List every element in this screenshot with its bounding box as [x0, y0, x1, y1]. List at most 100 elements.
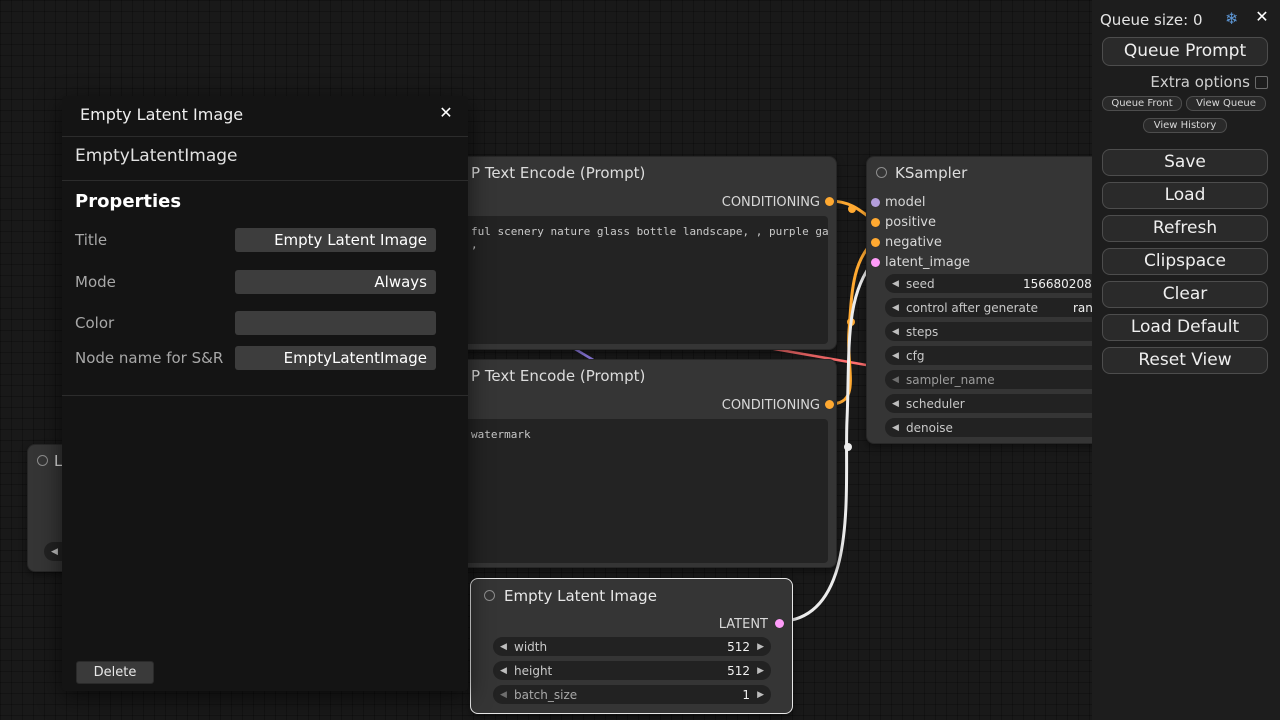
view-history-button[interactable]: View History: [1143, 118, 1227, 133]
node-clip-text-encode-negative[interactable]: P Text Encode (Prompt) CONDITIONING wate…: [420, 359, 837, 568]
mode-field[interactable]: Always: [235, 270, 436, 294]
queue-size-label: Queue size: 0: [1100, 11, 1203, 29]
property-row-title: Title Empty Latent Image: [62, 228, 468, 252]
increment-arrow-icon[interactable]: ▶: [757, 642, 764, 652]
decrement-arrow-icon[interactable]: ◀: [892, 375, 899, 385]
prompt-text-widget[interactable]: ful scenery nature glass bottle landscap…: [431, 216, 828, 344]
property-label: Title: [75, 228, 107, 252]
decrement-arrow-icon[interactable]: ◀: [500, 642, 507, 652]
comfy-menu-panel: Queue size: 0 ❄ ✕ Queue Prompt Extra opt…: [1092, 0, 1280, 720]
property-label: Mode: [75, 270, 116, 294]
prompt-text-line: ,: [431, 238, 828, 251]
output-slot-latent[interactable]: [775, 619, 784, 628]
property-label: Color: [75, 311, 114, 335]
clear-button[interactable]: Clear: [1102, 281, 1268, 308]
load-button[interactable]: Load: [1102, 182, 1268, 209]
delete-button[interactable]: Delete: [76, 661, 154, 684]
property-row-color: Color: [62, 311, 468, 335]
property-value: Empty Latent Image: [235, 228, 436, 252]
extra-options-label: Extra options: [1150, 73, 1250, 91]
collapse-dot-icon[interactable]: [484, 590, 495, 601]
divider: [62, 180, 468, 181]
node-title: KSampler: [895, 164, 967, 182]
increment-arrow-icon[interactable]: ▶: [757, 690, 764, 700]
extra-options-checkbox[interactable]: [1255, 76, 1268, 89]
decrement-arrow-icon[interactable]: ◀: [500, 690, 507, 700]
node-clip-text-encode-positive[interactable]: P Text Encode (Prompt) CONDITIONING ful …: [420, 156, 837, 350]
color-field[interactable]: [235, 311, 436, 335]
refresh-button[interactable]: Refresh: [1102, 215, 1268, 242]
divider: [62, 395, 468, 396]
widget-label: width: [514, 640, 547, 654]
decrement-arrow-icon[interactable]: ◀: [892, 303, 899, 313]
property-label: Node name for S&R: [75, 346, 223, 370]
dialog-title: Empty Latent Image: [80, 105, 243, 124]
title-field[interactable]: Empty Latent Image: [235, 228, 436, 252]
input-slot-latent-image[interactable]: [871, 258, 880, 267]
decrement-arrow-icon[interactable]: ◀: [500, 666, 507, 676]
close-icon[interactable]: ✕: [436, 103, 456, 123]
output-label-latent: LATENT: [719, 617, 768, 632]
widget-value: 512: [727, 664, 750, 678]
decrement-arrow-icon[interactable]: ◀: [892, 351, 899, 361]
queue-front-button[interactable]: Queue Front: [1102, 96, 1182, 111]
clipspace-button[interactable]: Clipspace: [1102, 248, 1268, 275]
widget-label: denoise: [906, 421, 953, 435]
input-slot-negative[interactable]: [871, 238, 880, 247]
close-icon[interactable]: ✕: [1253, 8, 1271, 26]
prompt-text-widget[interactable]: watermark: [431, 419, 828, 563]
collapse-dot-icon[interactable]: [876, 167, 887, 178]
property-row-mode: Mode Always: [62, 270, 468, 294]
widget-label: sampler_name: [906, 373, 995, 387]
prompt-text-line: ful scenery nature glass bottle landscap…: [431, 225, 828, 238]
property-value: Always: [235, 270, 436, 294]
node-title: Empty Latent Image: [504, 587, 657, 605]
widget-value: 1: [742, 688, 750, 702]
view-queue-button[interactable]: View Queue: [1186, 96, 1266, 111]
widget-value: 1566802087: [1023, 277, 1099, 291]
input-slot-positive[interactable]: [871, 218, 880, 227]
height-widget[interactable]: ◀ height 512 ▶: [493, 661, 771, 680]
widget-label: scheduler: [906, 397, 965, 411]
properties-heading: Properties: [75, 191, 181, 212]
node-title: P Text Encode (Prompt): [471, 164, 645, 182]
increment-arrow-icon[interactable]: ▶: [757, 666, 764, 676]
load-default-button[interactable]: Load Default: [1102, 314, 1268, 341]
decrement-arrow-icon[interactable]: ◀: [51, 547, 58, 557]
node-name-field[interactable]: EmptyLatentImage: [235, 346, 436, 370]
property-row-node-name: Node name for S&R EmptyLatentImage: [62, 346, 468, 370]
node-empty-latent-image[interactable]: Empty Latent Image LATENT ◀ width 512 ▶ …: [470, 578, 793, 714]
input-label-negative: negative: [885, 235, 942, 250]
decrement-arrow-icon[interactable]: ◀: [892, 327, 899, 337]
widget-label: steps: [906, 325, 938, 339]
decrement-arrow-icon[interactable]: ◀: [892, 279, 899, 289]
input-label-positive: positive: [885, 215, 936, 230]
widget-label: batch_size: [514, 688, 577, 702]
node-title: P Text Encode (Prompt): [471, 367, 645, 385]
save-button[interactable]: Save: [1102, 149, 1268, 176]
reset-view-button[interactable]: Reset View: [1102, 347, 1268, 374]
input-label-latent-image: latent_image: [885, 255, 970, 270]
output-label-conditioning: CONDITIONING: [722, 195, 820, 210]
decrement-arrow-icon[interactable]: ◀: [892, 423, 899, 433]
input-label-model: model: [885, 195, 925, 210]
width-widget[interactable]: ◀ width 512 ▶: [493, 637, 771, 656]
queue-prompt-button[interactable]: Queue Prompt: [1102, 37, 1268, 66]
snowflake-icon: ❄: [1225, 9, 1238, 28]
batch-size-widget[interactable]: ◀ batch_size 1 ▶: [493, 685, 771, 704]
node-properties-dialog: Empty Latent Image ✕ EmptyLatentImage Pr…: [62, 96, 468, 691]
widget-value: 512: [727, 640, 750, 654]
output-slot-conditioning[interactable]: [825, 400, 834, 409]
widget-label: seed: [906, 277, 935, 291]
prompt-text-line: watermark: [431, 428, 828, 441]
input-slot-model[interactable]: [871, 198, 880, 207]
node-class-name: EmptyLatentImage: [75, 146, 238, 166]
widget-label: control after generate: [906, 301, 1038, 315]
decrement-arrow-icon[interactable]: ◀: [892, 399, 899, 409]
property-value: EmptyLatentImage: [235, 346, 436, 370]
output-slot-conditioning[interactable]: [825, 197, 834, 206]
collapse-dot-icon[interactable]: [37, 455, 48, 466]
widget-label: cfg: [906, 349, 924, 363]
widget-label: height: [514, 664, 552, 678]
divider: [62, 136, 468, 137]
